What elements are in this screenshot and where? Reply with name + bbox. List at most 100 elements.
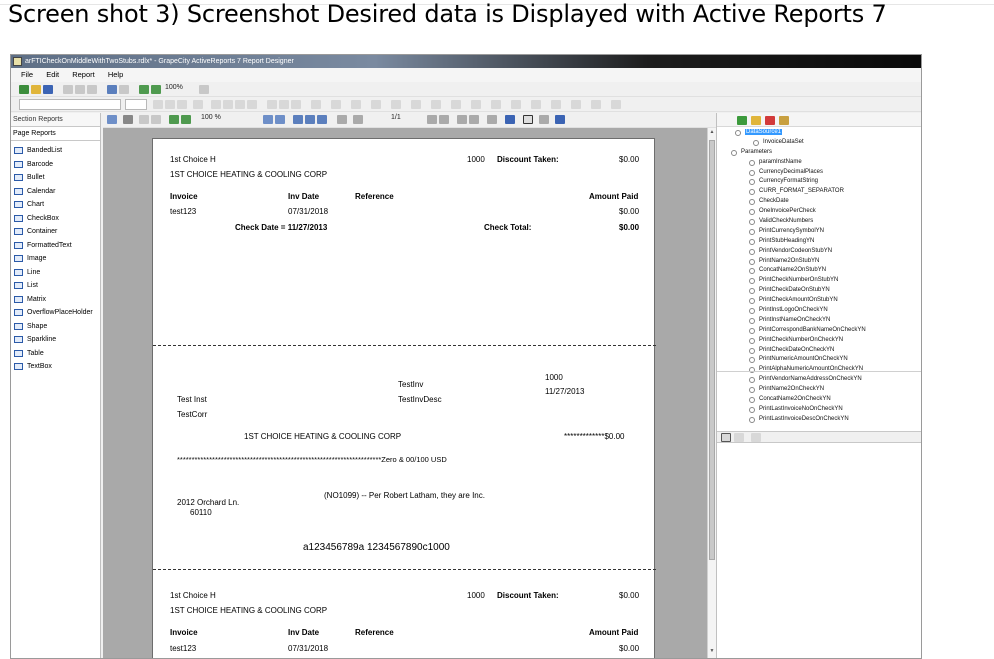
tree-parameter-printvendorcodeonstubyn[interactable]: PrintVendorCodeonStubYN <box>717 247 921 257</box>
toolbox-item-formattedtext[interactable]: FormattedText <box>11 239 100 253</box>
forward-icon[interactable] <box>469 115 479 124</box>
open-icon[interactable] <box>31 85 41 94</box>
redo-icon[interactable] <box>119 85 129 94</box>
alphabetical-sort-icon[interactable] <box>734 433 744 442</box>
toolbox-item-calendar[interactable]: Calendar <box>11 185 100 199</box>
tree-parameter-checkdate[interactable]: CheckDate <box>717 197 921 207</box>
design-zoom-value[interactable]: 100 % <box>201 114 221 121</box>
toolbox-item-matrix[interactable]: Matrix <box>11 293 100 307</box>
last-page-icon[interactable] <box>439 115 449 124</box>
font-size-combo[interactable] <box>125 99 147 110</box>
page-setup-icon[interactable] <box>139 115 149 124</box>
tree-parameter-printcorrespondbanknameoncheckyn[interactable]: PrintCorrespondBankNameOnCheckYN <box>717 326 921 336</box>
tree-datasource[interactable]: DataSource1 <box>717 128 921 138</box>
tree-parameter-printlastinvoicedesconcheckyn[interactable]: PrintLastInvoiceDescOnCheckYN <box>717 415 921 425</box>
toolbox-item-sparkline[interactable]: Sparkline <box>11 333 100 347</box>
categorized-icon[interactable] <box>721 433 731 442</box>
bring-front-icon[interactable] <box>591 100 601 109</box>
pan-icon[interactable] <box>199 85 209 94</box>
indent-icon[interactable] <box>291 100 301 109</box>
report-page[interactable]: 1st Choice H 1ST CHOICE HEATING & COOLIN… <box>152 138 656 658</box>
next-page-icon[interactable] <box>427 115 437 124</box>
tree-dataset[interactable]: InvoiceDataSet <box>717 138 921 148</box>
dimension-icon[interactable] <box>471 100 481 109</box>
align-right-icon[interactable] <box>235 100 245 109</box>
tree-parameter-currencyformatstring[interactable]: CurrencyFormatString <box>717 177 921 187</box>
tree-parameter-printstubheadingyn[interactable]: PrintStubHeadingYN <box>717 237 921 247</box>
copy-icon[interactable] <box>75 85 85 94</box>
vertical-space-icon[interactable] <box>551 100 561 109</box>
tree-parameter-printcheckdateonstubyn[interactable]: PrintCheckDateOnStubYN <box>717 286 921 296</box>
tree-parameter-validchecknumbers[interactable]: ValidCheckNumbers <box>717 217 921 227</box>
toolbox-item-checkbox[interactable]: CheckBox <box>11 212 100 226</box>
tree-parameter-printcheckamountonstubyn[interactable]: PrintCheckAmountOnStubYN <box>717 296 921 306</box>
first-page-icon[interactable] <box>337 115 347 124</box>
toolbox-item-textbox[interactable]: TextBox <box>11 360 100 374</box>
delete-icon[interactable] <box>765 116 775 125</box>
lock-icon[interactable] <box>451 100 461 109</box>
tree-parameter-printvendornameaddressoncheckyn[interactable]: PrintVendorNameAddressOnCheckYN <box>717 375 921 385</box>
toolbox-item-bullet[interactable]: Bullet <box>11 171 100 185</box>
order-icon[interactable] <box>391 100 401 109</box>
selection-tool-icon[interactable] <box>539 115 549 124</box>
tree-parameter-printinstlogooncheckyn[interactable]: PrintInstLogoOnCheckYN <box>717 306 921 316</box>
zoom-out-icon[interactable] <box>151 85 161 94</box>
toolbox-item-table[interactable]: Table <box>11 347 100 361</box>
equal-height-icon[interactable] <box>511 100 521 109</box>
bold-icon[interactable] <box>153 100 163 109</box>
tree-parameters[interactable]: Parameters <box>717 148 921 158</box>
edit-icon[interactable] <box>751 116 761 125</box>
scroll-thumb[interactable] <box>709 140 715 560</box>
font-name-combo[interactable] <box>19 99 121 110</box>
toolbox-item-shape[interactable]: Shape <box>11 320 100 334</box>
refresh-icon[interactable] <box>505 115 515 124</box>
layout-align-icon[interactable] <box>311 100 321 109</box>
scroll-down-icon[interactable]: ▼ <box>709 648 715 654</box>
toolbox-item-overflowplaceholder[interactable]: OverflowPlaceHolder <box>11 306 100 320</box>
scroll-up-icon[interactable]: ▲ <box>709 129 715 135</box>
tree-parameter-printnumericamountoncheckyn[interactable]: PrintNumericAmountOnCheckYN <box>717 355 921 365</box>
tree-parameter-printcurrencysymbolyn[interactable]: PrintCurrencySymbolYN <box>717 227 921 237</box>
italic-icon[interactable] <box>165 100 175 109</box>
tree-parameter-oneinvoicepercheck[interactable]: OneInvoicePerCheck <box>717 207 921 217</box>
zoom-main-value[interactable]: 100% <box>165 84 183 91</box>
tab-page-reports[interactable]: Page Reports <box>11 127 100 141</box>
single-page-icon[interactable] <box>263 115 273 124</box>
spacing-icon[interactable] <box>371 100 381 109</box>
menu-report[interactable]: Report <box>72 70 95 79</box>
previous-page-icon[interactable] <box>353 115 363 124</box>
menu-help[interactable]: Help <box>108 70 123 79</box>
design-zoom-out-icon[interactable] <box>181 115 191 124</box>
save-icon[interactable] <box>43 85 53 94</box>
paste-icon[interactable] <box>87 85 97 94</box>
stop-icon[interactable] <box>487 115 497 124</box>
property-pages-icon[interactable] <box>751 433 761 442</box>
page-indicator[interactable]: 1/1 <box>391 114 401 121</box>
tree-parameter-printlastinvoicenooncheckyn[interactable]: PrintLastInvoiceNoOnCheckYN <box>717 405 921 415</box>
send-back-icon[interactable] <box>611 100 621 109</box>
tree-parameter-concatname2onstubyn[interactable]: ConcatName2OnStubYN <box>717 266 921 276</box>
tree-parameter-curr_format_separator[interactable]: CURR_FORMAT_SEPARATOR <box>717 187 921 197</box>
snap-icon[interactable] <box>431 100 441 109</box>
tree-parameter-printinstnameoncheckyn[interactable]: PrintInstNameOnCheckYN <box>717 316 921 326</box>
grid-icon[interactable] <box>331 100 341 109</box>
properties-icon[interactable] <box>779 116 789 125</box>
tab-section-reports[interactable]: Section Reports <box>11 113 100 127</box>
tree-parameter-concatname2oncheckyn[interactable]: ConcatName2OnCheckYN <box>717 395 921 405</box>
horizontal-space-icon[interactable] <box>531 100 541 109</box>
toolbox-item-list[interactable]: List <box>11 279 100 293</box>
cut-icon[interactable] <box>63 85 73 94</box>
print-icon[interactable] <box>123 115 133 124</box>
align-center-icon[interactable] <box>223 100 233 109</box>
font-color-icon[interactable] <box>193 100 203 109</box>
distribute-icon[interactable] <box>571 100 581 109</box>
tree-parameter-paraminstname[interactable]: paramInstName <box>717 158 921 168</box>
design-zoom-in-icon[interactable] <box>169 115 179 124</box>
group-icon[interactable] <box>411 100 421 109</box>
align-left-icon[interactable] <box>211 100 221 109</box>
back-icon[interactable] <box>457 115 467 124</box>
add-icon[interactable] <box>737 116 747 125</box>
menu-edit[interactable]: Edit <box>46 70 59 79</box>
justify-icon[interactable] <box>247 100 257 109</box>
bullets-icon[interactable] <box>267 100 277 109</box>
